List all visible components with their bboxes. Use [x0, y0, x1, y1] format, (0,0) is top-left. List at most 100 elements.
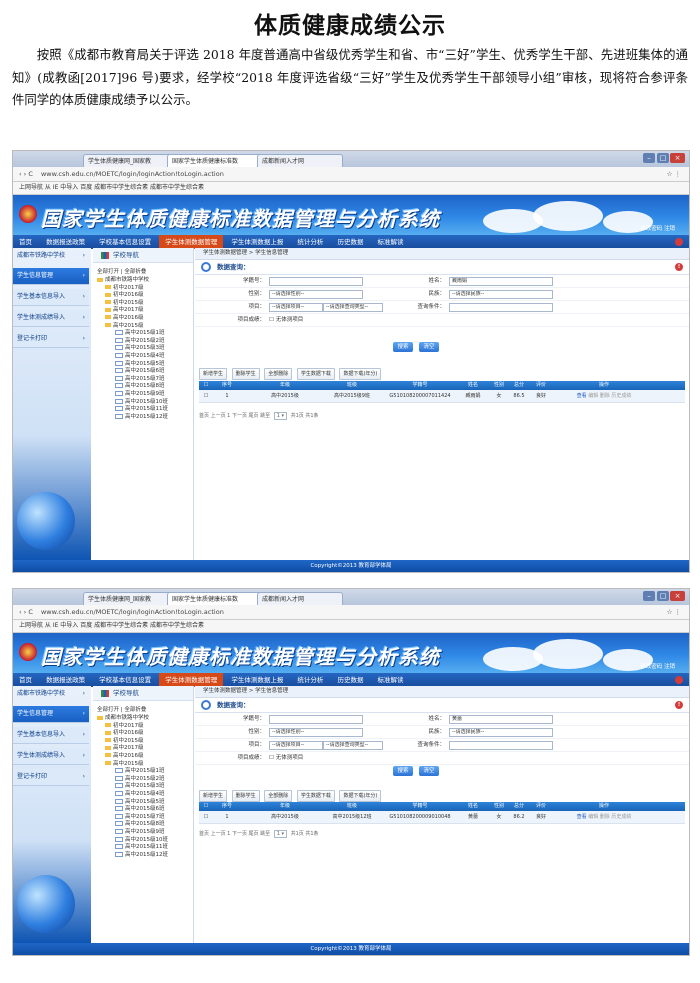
tree-node[interactable]: 高中2017级: [93, 307, 193, 315]
pager[interactable]: 首页 上一页 1 下一页 尾页 跳至 1 ▾ 共1页 共1条: [199, 412, 319, 420]
query-type-select[interactable]: --请选择查询类型--: [323, 741, 383, 750]
menu-item[interactable]: 学校基本信息设置: [93, 673, 157, 687]
back-icon[interactable]: ‹ › C: [13, 170, 33, 178]
menu-item[interactable]: 统计分析: [291, 673, 329, 687]
add-student-button[interactable]: 新增学生: [199, 368, 228, 380]
nav-item-import-scores[interactable]: 学生体测成绩导入: [13, 310, 89, 327]
help-icon[interactable]: !: [675, 263, 683, 271]
help-icon[interactable]: !: [675, 701, 683, 709]
browser-tab[interactable]: 学生体质健康网_国家教: [83, 154, 173, 168]
select-all-checkbox[interactable]: ☐: [201, 381, 211, 390]
help-icon[interactable]: [675, 238, 683, 246]
nav-item-import-scores[interactable]: 学生体测成绩导入: [13, 748, 89, 765]
menu-item[interactable]: 历史数据: [331, 673, 369, 687]
download-student-button[interactable]: 学生数据下载: [296, 368, 335, 380]
tree-node[interactable]: 高中2015级9班: [93, 390, 193, 399]
tree-node[interactable]: 高中2015级10班: [93, 398, 193, 407]
nav-item-import-basic[interactable]: 学生基本信息导入: [13, 727, 89, 744]
header-links[interactable]: 修改密码 注销: [640, 662, 675, 670]
header-links[interactable]: 修改密码 注销: [640, 224, 675, 232]
nav-item-student-info[interactable]: 学生信息管理: [13, 268, 89, 285]
menu-item[interactable]: 首页: [13, 235, 38, 249]
tree-node[interactable]: 高中2015级4班: [93, 790, 193, 799]
row-actions[interactable]: 查看 编辑 删除 历史成绩: [567, 811, 641, 823]
row-checkbox[interactable]: ☐: [201, 390, 211, 402]
tree-root[interactable]: 成都市铁路中学校: [93, 277, 193, 285]
close-icon[interactable]: ×: [670, 591, 685, 601]
browser-tab[interactable]: 成都新闻入才网: [257, 154, 343, 168]
tree-node[interactable]: 高中2015级12班: [93, 413, 193, 422]
gender-select[interactable]: --请选择性别--: [269, 728, 363, 737]
tree-node[interactable]: 高中2016级: [93, 315, 193, 323]
tree-node[interactable]: 高中2015级6班: [93, 806, 193, 814]
student-id-input[interactable]: [269, 715, 363, 724]
back-icon[interactable]: ‹ › C: [13, 608, 33, 616]
nav-item-print-card[interactable]: 登记卡打印: [13, 769, 89, 786]
browser-tab[interactable]: 国家学生体质健康标准数: [167, 154, 263, 168]
menu-item[interactable]: 历史数据: [331, 235, 369, 249]
tree-node[interactable]: 高中2015级4班: [93, 352, 193, 361]
delete-student-button[interactable]: 删除学生: [231, 790, 260, 802]
item-select[interactable]: --请选择项目--: [269, 741, 323, 750]
search-button[interactable]: 搜索: [393, 342, 413, 352]
tree-node[interactable]: 高中2015级5班: [93, 798, 193, 807]
browser-tab[interactable]: 成都新闻入才网: [257, 592, 343, 606]
menu-item[interactable]: 数据报送政策: [40, 235, 91, 249]
address-bar[interactable]: ‹ › C www.csh.edu.cn/MOETC/login/loginAc…: [13, 605, 689, 620]
tree-node[interactable]: 高中2016级: [93, 753, 193, 761]
url-text[interactable]: www.csh.edu.cn/MOETC/login/loginAction!t…: [35, 170, 224, 178]
nav-item-student-info[interactable]: 学生信息管理: [13, 706, 89, 723]
nav-item-import-basic[interactable]: 学生基本信息导入: [13, 289, 89, 306]
tree-root[interactable]: 成都市铁路中学校: [93, 715, 193, 723]
delete-student-button[interactable]: 删除学生: [231, 368, 260, 380]
tree-toggle-links[interactable]: 全部打开 | 全部折叠: [93, 701, 193, 715]
maximize-icon[interactable]: □: [657, 153, 669, 163]
bookmarks-bar[interactable]: 上网导航 从 IE 中导入 百度 成都市中学生综合素 成都市中学生综合素: [13, 620, 689, 633]
name-input[interactable]: 臧雨娟: [449, 277, 553, 286]
student-id-input[interactable]: [269, 277, 363, 286]
url-text[interactable]: www.csh.edu.cn/MOETC/login/loginAction!t…: [35, 608, 224, 616]
menu-item[interactable]: 学校基本信息设置: [93, 235, 157, 249]
no-exempt-checkbox[interactable]: ☐ 无体测项目: [269, 314, 303, 326]
minimize-icon[interactable]: –: [643, 591, 655, 601]
add-student-button[interactable]: 新增学生: [199, 790, 228, 802]
menu-item[interactable]: 统计分析: [291, 235, 329, 249]
browser-tab[interactable]: 学生体质健康网_国家教: [83, 592, 173, 606]
tree-node[interactable]: 高中2015级3班: [93, 345, 193, 353]
name-input[interactable]: 黄蕾: [449, 715, 553, 724]
tree-node[interactable]: 高中2017级: [93, 745, 193, 753]
download-year-button[interactable]: 数据下载(年分): [339, 368, 382, 380]
tree-node[interactable]: 高中2015级11班: [93, 406, 193, 414]
search-button[interactable]: 搜索: [393, 766, 413, 776]
tree-node[interactable]: 高中2015级5班: [93, 360, 193, 369]
clear-button[interactable]: 清空: [419, 342, 439, 352]
menu-item-active[interactable]: 学生体测数据管理: [159, 673, 224, 687]
delete-all-button[interactable]: 全部删除: [264, 790, 293, 802]
bookmarks-bar[interactable]: 上网导航 从 IE 中导入 百度 成都市中学生综合素 成都市中学生综合素: [13, 182, 689, 195]
tree-node[interactable]: 高中2015级8班: [93, 821, 193, 829]
tree-node[interactable]: 高中2015级9班: [93, 828, 193, 837]
nav-item-print-card[interactable]: 登记卡打印: [13, 331, 89, 348]
download-year-button[interactable]: 数据下载(年分): [339, 790, 382, 802]
browser-tab[interactable]: 国家学生体质健康标准数: [167, 592, 263, 606]
menu-item-active[interactable]: 学生体测数据管理: [159, 235, 224, 249]
tree-node[interactable]: 高中2015级6班: [93, 368, 193, 376]
tree-toggle-links[interactable]: 全部打开 | 全部折叠: [93, 263, 193, 277]
tree-node[interactable]: 高中2015级1班: [93, 768, 193, 776]
menu-item[interactable]: 学生体测数据上报: [225, 235, 289, 249]
query-type-select[interactable]: --请选择查询类型--: [323, 303, 383, 312]
row-actions[interactable]: 查看 编辑 删除 历史成绩: [567, 390, 641, 402]
tree-node[interactable]: 高中2015级11班: [93, 844, 193, 852]
select-all-checkbox[interactable]: ☐: [201, 802, 211, 811]
close-icon[interactable]: ×: [670, 153, 685, 163]
menu-item[interactable]: 首页: [13, 673, 38, 687]
delete-all-button[interactable]: 全部删除: [264, 368, 293, 380]
tree-node[interactable]: 高中2015级1班: [93, 330, 193, 338]
star-icon[interactable]: ☆ ⋮: [667, 605, 681, 619]
tree-node[interactable]: 高中2015级10班: [93, 836, 193, 845]
nation-select[interactable]: --请选择民族--: [449, 728, 553, 737]
tree-node[interactable]: 高中2015级3班: [93, 783, 193, 791]
item-select[interactable]: --请选择项目--: [269, 303, 323, 312]
row-checkbox[interactable]: ☐: [201, 811, 211, 823]
star-icon[interactable]: ☆ ⋮: [667, 167, 681, 181]
